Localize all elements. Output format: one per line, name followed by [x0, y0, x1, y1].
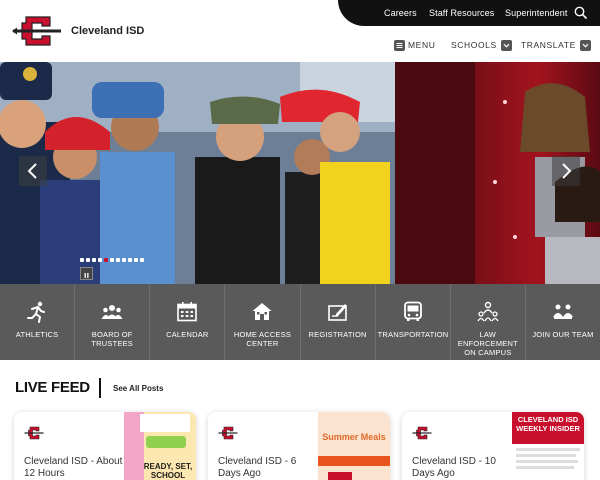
quick-link-label: ATHLETICS [15, 330, 59, 339]
chevron-down-icon [579, 39, 591, 51]
quick-link-label: TRANSPORTATION [377, 330, 449, 339]
carousel-dot[interactable] [128, 258, 132, 262]
registration-icon [327, 304, 347, 321]
feed-post-card[interactable]: Cleveland ISD - 6 Days Ago Summer Meals [208, 412, 390, 480]
quick-link-transportation[interactable]: TRANSPORTATION [376, 284, 451, 360]
feed-post-image-caption: READY, SET, SCHOOL [143, 462, 193, 480]
feed-post-meta: Cleveland ISD - 6 Days Ago [218, 456, 297, 479]
menu-label: MENU [408, 40, 436, 50]
district-logo-icon [218, 426, 238, 440]
people-group-icon [101, 305, 123, 319]
utility-bar: Careers Staff Resources Superintendent [338, 0, 600, 26]
carousel-dot[interactable] [134, 258, 138, 262]
quick-link-athletics[interactable]: ATHLETICS [0, 284, 76, 360]
carousel-dot[interactable] [140, 258, 144, 262]
quick-link-home-access-center[interactable]: HOME ACCESS CENTER [225, 284, 301, 360]
feed-post-image: CLEVELAND ISD WEEKLY INSIDER [512, 412, 584, 480]
carousel-dot[interactable] [98, 258, 102, 262]
feed-post-card[interactable]: Cleveland ISD - About 12 Hours READY, SE… [14, 412, 196, 480]
page: Cleveland ISD Careers Staff Resources Su… [0, 0, 600, 480]
staff-resources-link[interactable]: Staff Resources [429, 8, 494, 18]
district-logo-icon [412, 426, 432, 440]
district-name[interactable]: Cleveland ISD [71, 25, 144, 37]
quick-link-join-our-team[interactable]: JOIN OUR TEAM [526, 284, 600, 360]
schools-label: SCHOOLS [451, 40, 497, 50]
heading-divider [99, 378, 101, 398]
chevron-right-icon [562, 163, 572, 179]
carousel-dot[interactable] [110, 258, 114, 262]
see-all-posts-link[interactable]: See All Posts [113, 384, 163, 393]
carousel-dot[interactable] [80, 258, 84, 262]
chevron-down-icon [500, 39, 512, 51]
feed-post-image: Summer Meals [318, 412, 390, 480]
quick-link-board-of-trustees[interactable]: BOARD OF TRUSTEES [75, 284, 151, 360]
translate-dropdown[interactable]: TRANSLATE [521, 39, 591, 51]
feed-post-meta: Cleveland ISD - 10 Days Ago [412, 456, 496, 479]
carousel-pause-button[interactable] [80, 267, 93, 280]
district-logo-icon [24, 426, 44, 440]
district-logo[interactable] [12, 14, 62, 48]
live-feed-heading: LIVE FEED [15, 379, 90, 396]
carousel-dot[interactable] [86, 258, 90, 262]
quick-link-label: REGISTRATION [308, 330, 367, 339]
quick-link-registration[interactable]: REGISTRATION [301, 284, 376, 360]
feed-post-image: READY, SET, SCHOOL [124, 412, 196, 480]
bus-icon [403, 301, 422, 321]
carousel-dot[interactable] [122, 258, 126, 262]
feed-post-meta: Cleveland ISD - About 12 Hours [24, 456, 123, 479]
superintendent-link[interactable]: Superintendent [505, 8, 567, 18]
quick-link-label: JOIN OUR TEAM [532, 330, 594, 339]
runner-icon [27, 301, 46, 323]
translate-label: TRANSLATE [521, 40, 576, 50]
search-icon[interactable] [574, 6, 588, 20]
carousel-indicators [80, 258, 144, 262]
quick-links-bar: ATHLETICS BOARD OF TRUSTEES CALENDAR HOM… [0, 284, 600, 360]
officer-icon [477, 301, 499, 322]
hamburger-icon [394, 39, 405, 51]
site-header: Cleveland ISD Careers Staff Resources Su… [0, 0, 600, 62]
hero-carousel [0, 62, 600, 284]
carousel-dot[interactable] [92, 258, 96, 262]
chevron-left-icon [27, 163, 37, 179]
carousel-dot[interactable] [116, 258, 120, 262]
quick-link-calendar[interactable]: CALENDAR [150, 284, 226, 360]
pause-icon [84, 273, 89, 278]
home-icon [252, 303, 272, 320]
calendar-icon [177, 302, 198, 322]
feed-post-image-caption: CLEVELAND ISD WEEKLY INSIDER [516, 415, 580, 433]
menu-button[interactable]: MENU [394, 39, 435, 51]
feed-post-image-caption: Summer Meals [322, 432, 386, 442]
quick-link-label: CALENDAR [166, 330, 209, 339]
schools-dropdown[interactable]: SCHOOLS [451, 39, 512, 51]
quick-link-label: HOME ACCESS CENTER [233, 330, 292, 348]
team-icon [552, 304, 573, 319]
quick-link-label: BOARD OF TRUSTEES [91, 330, 133, 348]
carousel-dot-active[interactable] [104, 258, 108, 262]
quick-link-label: LAW ENFORCEMENT ON CAMPUS [457, 330, 518, 357]
careers-link[interactable]: Careers [384, 8, 417, 18]
carousel-next-button[interactable] [552, 156, 580, 186]
carousel-prev-button[interactable] [19, 156, 47, 186]
feed-post-card[interactable]: Cleveland ISD - 10 Days Ago CLEVELAND IS… [402, 412, 584, 480]
quick-link-law-enforcement[interactable]: LAW ENFORCEMENT ON CAMPUS [451, 284, 526, 360]
hero-slide-photo [0, 62, 395, 284]
